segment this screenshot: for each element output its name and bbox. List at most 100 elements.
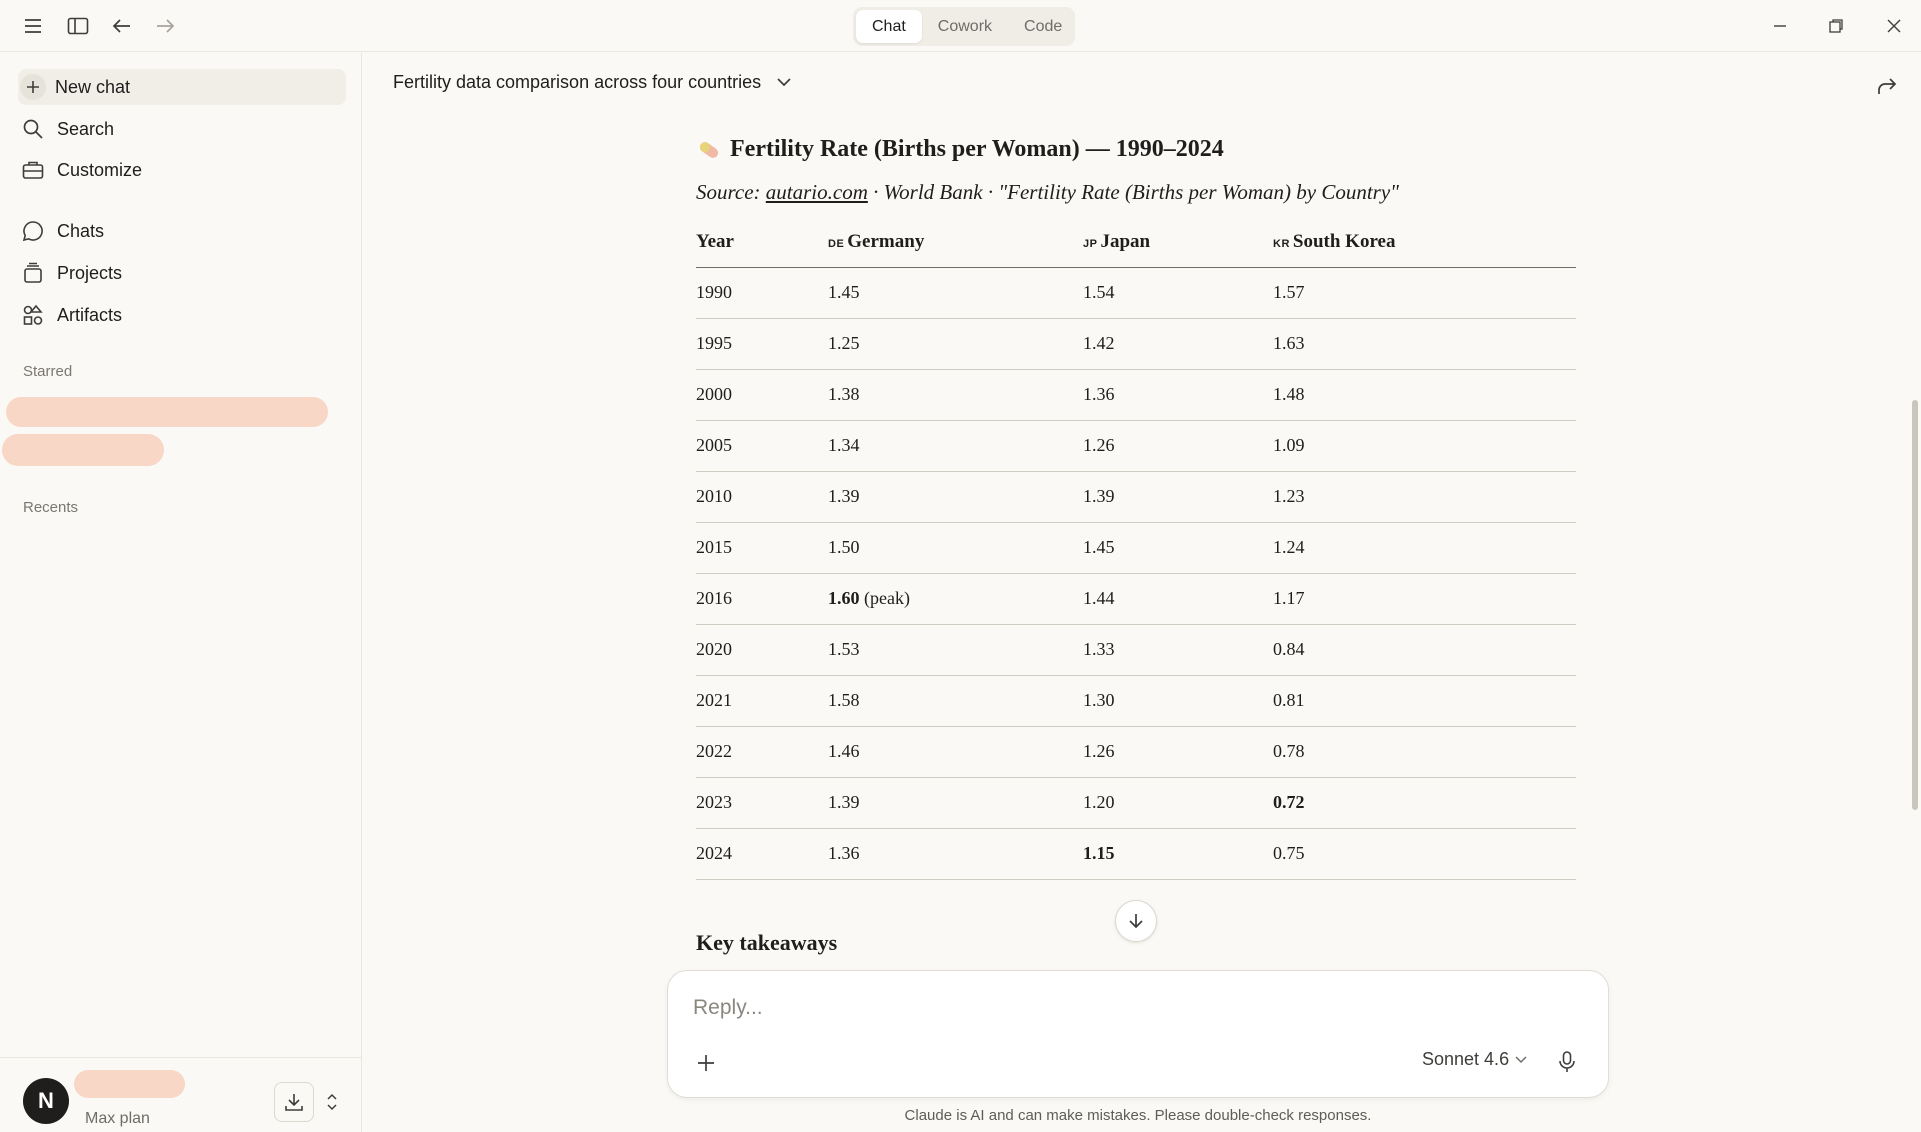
tab-chat[interactable]: Chat	[856, 10, 922, 43]
table-row: 2023 1.39 1.20 0.72	[696, 777, 1576, 829]
avatar[interactable]: N	[23, 1078, 69, 1124]
sidebar-toggle-icon[interactable]	[64, 12, 92, 40]
cell-germany: 1.45	[828, 267, 1083, 319]
header-japan-label: Japan	[1100, 231, 1151, 253]
cell-south-korea: 0.84	[1273, 624, 1576, 676]
cell-south-korea: 1.24	[1273, 522, 1576, 574]
cell-germany: 1.46	[828, 726, 1083, 778]
reply-input[interactable]	[693, 993, 1573, 1023]
arrow-down-icon	[1129, 914, 1143, 929]
sidebar-item-label: Projects	[57, 262, 123, 283]
table-row: 1990 1.45 1.54 1.57	[696, 267, 1576, 319]
cell-japan-value: 1.30	[1083, 690, 1115, 710]
cell-year-value: 2000	[696, 384, 732, 404]
redacted-starred-item[interactable]	[6, 397, 328, 427]
redacted-username	[74, 1070, 185, 1098]
cell-south-korea: 0.78	[1273, 726, 1576, 778]
cell-japan: 1.26	[1083, 726, 1273, 778]
cell-germany-value: 1.25	[828, 333, 860, 353]
mode-switcher: Chat Cowork Code	[853, 7, 1075, 46]
cell-germany: 1.50	[828, 522, 1083, 574]
download-button[interactable]	[274, 1082, 314, 1122]
scrollbar[interactable]	[1912, 400, 1918, 810]
share-icon[interactable]	[1875, 74, 1899, 98]
scroll-to-bottom-button[interactable]	[1115, 900, 1157, 942]
cell-south-korea: 1.48	[1273, 369, 1576, 421]
cell-germany: 1.39	[828, 471, 1083, 523]
artifacts-grid-icon	[18, 303, 48, 327]
cell-south-korea: 0.72	[1273, 777, 1576, 829]
cell-japan: 1.54	[1083, 267, 1273, 319]
header-south-korea: KR South Korea	[1273, 218, 1576, 268]
cell-year-value: 2020	[696, 639, 732, 659]
flag-kr: KR	[1273, 238, 1290, 251]
cell-year-value: 2022	[696, 741, 732, 761]
tab-cowork[interactable]: Cowork	[922, 10, 1008, 43]
cell-germany-value: 1.60	[828, 588, 860, 608]
cell-south-korea-value: 0.72	[1273, 792, 1305, 812]
source-prefix: Source:	[696, 180, 766, 204]
table-row: 2010 1.39 1.39 1.23	[696, 471, 1576, 523]
cell-japan: 1.30	[1083, 675, 1273, 727]
cell-japan-value: 1.20	[1083, 792, 1115, 812]
conversation-title: Fertility data comparison across four co…	[393, 72, 762, 92]
redacted-starred-item[interactable]	[2, 434, 164, 466]
sidebar-item-artifacts[interactable]: Artifacts	[18, 297, 346, 333]
cell-year-value: 2021	[696, 690, 732, 710]
table-row: 2021 1.58 1.30 0.81	[696, 675, 1576, 727]
conversation-title-button[interactable]: Fertility data comparison across four co…	[393, 72, 791, 93]
cell-germany: 1.39	[828, 777, 1083, 829]
back-arrow-icon[interactable]	[108, 12, 136, 40]
cell-germany-value: 1.46	[828, 741, 860, 761]
cell-japan: 1.15	[1083, 828, 1273, 880]
chevron-down-icon	[777, 78, 791, 87]
cell-year-value: 2005	[696, 435, 732, 455]
header-germany-label: Germany	[847, 231, 925, 253]
sidebar-item-label: Customize	[57, 159, 143, 180]
sidebar-item-projects[interactable]: Projects	[18, 255, 346, 291]
heading-text: Fertility Rate (Births per Woman) — 1990…	[730, 136, 1224, 162]
close-icon[interactable]	[1880, 12, 1908, 40]
microphone-icon[interactable]	[1555, 1050, 1579, 1074]
cell-south-korea: 1.23	[1273, 471, 1576, 523]
cell-year-value: 2010	[696, 486, 732, 506]
starred-section-label: Starred	[23, 363, 73, 380]
cell-japan-value: 1.26	[1083, 741, 1115, 761]
sidebar-item-chats[interactable]: Chats	[18, 213, 346, 249]
menu-icon[interactable]	[19, 12, 47, 40]
flag-jp: JP	[1083, 238, 1098, 251]
cell-year: 2016	[696, 573, 828, 625]
header-south-korea-label: South Korea	[1292, 231, 1396, 253]
title-bar: Chat Cowork Code	[0, 0, 1921, 52]
cell-south-korea: 1.63	[1273, 318, 1576, 370]
forward-arrow-icon[interactable]	[151, 12, 179, 40]
cell-germany: 1.53	[828, 624, 1083, 676]
cell-japan: 1.33	[1083, 624, 1273, 676]
cell-germany-value: 1.36	[828, 843, 860, 863]
cell-germany: 1.38	[828, 369, 1083, 421]
cell-germany: 1.58	[828, 675, 1083, 727]
attach-plus-icon[interactable]	[694, 1051, 718, 1075]
cell-south-korea: 0.81	[1273, 675, 1576, 727]
cell-year-value: 2015	[696, 537, 732, 557]
germany-note: (peak)	[859, 588, 910, 608]
new-chat-button[interactable]: New chat	[18, 69, 346, 105]
cell-year-value: 2024	[696, 843, 732, 863]
source-link[interactable]: autario.com	[766, 180, 868, 204]
cell-south-korea-value: 1.23	[1273, 486, 1305, 506]
cell-south-korea-value: 0.75	[1273, 843, 1305, 863]
search-icon	[18, 117, 48, 141]
minimize-icon[interactable]	[1766, 12, 1794, 40]
cell-year: 2022	[696, 726, 828, 778]
model-selector[interactable]: Sonnet 4.6	[1422, 1049, 1527, 1070]
cell-japan: 1.26	[1083, 420, 1273, 472]
sidebar-item-customize[interactable]: Customize	[18, 152, 346, 188]
cell-japan-value: 1.26	[1083, 435, 1115, 455]
recents-section-label: Recents	[23, 499, 79, 516]
expand-chevrons-icon[interactable]	[324, 1091, 340, 1113]
source-rest: · World Bank · "Fertility Rate (Births p…	[867, 180, 1399, 204]
restore-icon[interactable]	[1822, 12, 1850, 40]
model-name: Sonnet 4.6	[1422, 1049, 1510, 1069]
tab-code[interactable]: Code	[1008, 10, 1078, 43]
sidebar-item-search[interactable]: Search	[18, 111, 346, 147]
